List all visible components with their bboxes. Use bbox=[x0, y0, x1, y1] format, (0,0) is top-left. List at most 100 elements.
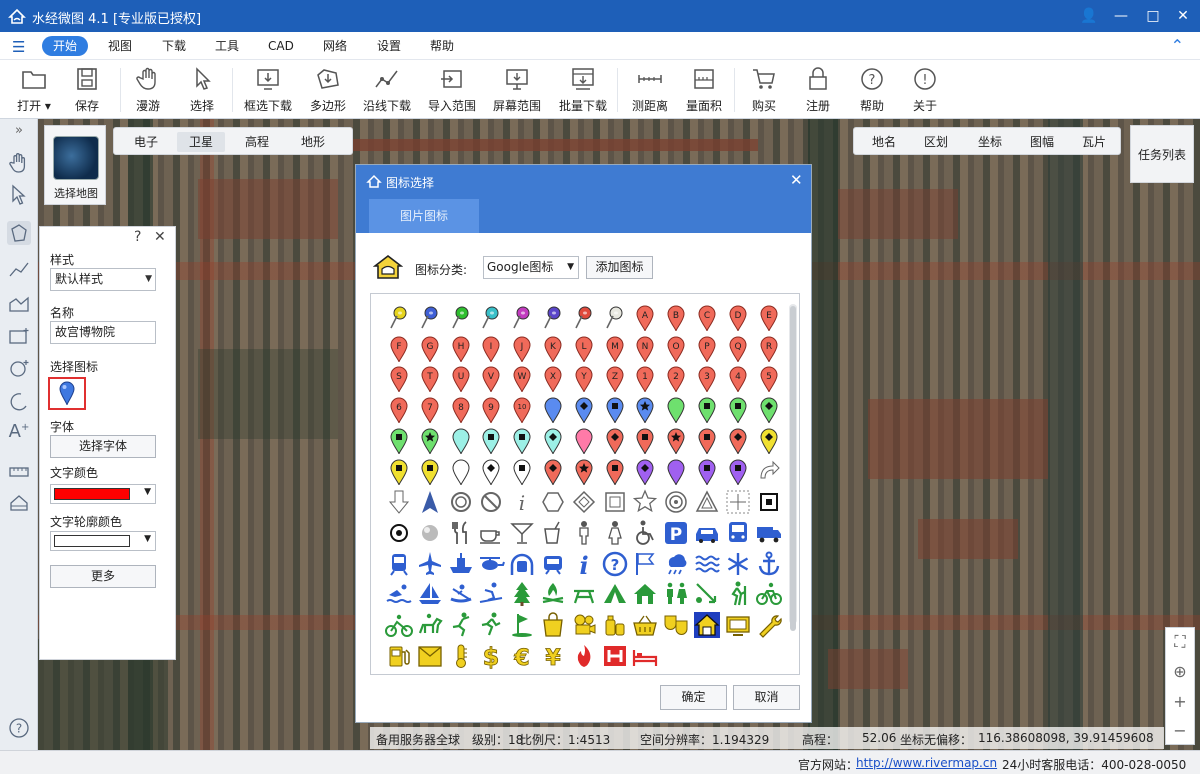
letter-marker-icon[interactable]: J bbox=[508, 335, 536, 363]
letter-marker-icon[interactable]: O bbox=[662, 335, 690, 363]
taxi-icon[interactable] bbox=[693, 519, 721, 547]
drink-icon[interactable] bbox=[539, 519, 567, 547]
restaurant-icon[interactable] bbox=[447, 519, 475, 547]
marker-tool-icon[interactable] bbox=[7, 221, 31, 245]
movie-icon[interactable] bbox=[570, 611, 598, 639]
tab-divisions[interactable]: 区划 bbox=[910, 132, 962, 152]
waves-icon[interactable] bbox=[693, 550, 721, 578]
letter-marker-icon[interactable]: I bbox=[477, 335, 505, 363]
tab-satellite[interactable]: 卫星 bbox=[177, 132, 225, 152]
cycling-icon[interactable] bbox=[755, 580, 783, 608]
batch-download-button[interactable]: 批量下载 bbox=[553, 62, 613, 117]
woman-icon[interactable] bbox=[601, 519, 629, 547]
tab-sheets[interactable]: 图幅 bbox=[1016, 132, 1068, 152]
picnic-icon[interactable] bbox=[570, 580, 598, 608]
measure-distance-button[interactable]: 测距离 bbox=[620, 62, 680, 117]
marker-icon[interactable] bbox=[570, 427, 598, 455]
fishing-icon[interactable] bbox=[693, 580, 721, 608]
subway-icon[interactable] bbox=[508, 550, 536, 578]
tab-placenames[interactable]: 地名 bbox=[858, 132, 910, 152]
dollar-icon[interactable]: $ bbox=[477, 642, 505, 670]
circle-tool-icon[interactable] bbox=[7, 356, 31, 380]
marker-icon[interactable] bbox=[755, 427, 783, 455]
letter-marker-icon[interactable]: 10 bbox=[508, 396, 536, 424]
ski-icon[interactable] bbox=[477, 580, 505, 608]
pushpin-icon[interactable] bbox=[416, 304, 444, 332]
menu-view[interactable]: 视图 bbox=[97, 36, 143, 56]
menu-cad[interactable]: CAD bbox=[257, 36, 305, 56]
truck-icon[interactable] bbox=[755, 519, 783, 547]
letter-marker-icon[interactable]: 4 bbox=[724, 365, 752, 393]
parking-icon[interactable]: P bbox=[662, 519, 690, 547]
pushpin-icon[interactable] bbox=[477, 304, 505, 332]
save-button[interactable]: 保存 bbox=[57, 62, 117, 117]
target-icon[interactable] bbox=[662, 488, 690, 516]
letter-marker-icon[interactable]: A bbox=[631, 304, 659, 332]
buy-button[interactable]: 购买 bbox=[734, 62, 794, 117]
home-green-icon[interactable] bbox=[631, 580, 659, 608]
screen-range-button[interactable]: 屏幕范围 bbox=[487, 62, 547, 117]
letter-marker-icon[interactable]: 5 bbox=[755, 365, 783, 393]
polyline-tool-icon[interactable] bbox=[7, 257, 31, 281]
tab-image-icons[interactable]: 图片图标 bbox=[369, 199, 479, 233]
marker-icon[interactable] bbox=[693, 458, 721, 486]
marker-icon[interactable] bbox=[631, 396, 659, 424]
yen-icon[interactable]: ¥ bbox=[539, 642, 567, 670]
official-site-link[interactable]: http://www.rivermap.cn bbox=[856, 756, 997, 770]
hamburger-icon[interactable]: ☰ bbox=[12, 38, 25, 56]
zoom-out-icon[interactable]: − bbox=[1166, 717, 1194, 745]
marker-icon[interactable] bbox=[570, 396, 598, 424]
tram-icon[interactable] bbox=[385, 550, 413, 578]
user-icon[interactable]: 👤 bbox=[1076, 5, 1102, 27]
marker-icon[interactable] bbox=[724, 396, 752, 424]
marker-icon[interactable] bbox=[447, 458, 475, 486]
letter-marker-icon[interactable]: 2 bbox=[662, 365, 690, 393]
letter-marker-icon[interactable]: S bbox=[385, 365, 413, 393]
crosshair-box-icon[interactable] bbox=[724, 488, 752, 516]
letter-marker-icon[interactable]: M bbox=[601, 335, 629, 363]
pushpin-icon[interactable] bbox=[447, 304, 475, 332]
menu-tools[interactable]: 工具 bbox=[204, 36, 250, 56]
arrow-down-icon[interactable] bbox=[385, 488, 413, 516]
man-icon[interactable] bbox=[570, 519, 598, 547]
info-italic-icon[interactable]: i bbox=[508, 488, 536, 516]
grocery-icon[interactable] bbox=[601, 611, 629, 639]
arc-tool-icon[interactable] bbox=[7, 389, 31, 413]
euro-icon[interactable]: € bbox=[508, 642, 536, 670]
ok-button[interactable]: 确定 bbox=[660, 685, 727, 710]
marker-icon[interactable] bbox=[539, 458, 567, 486]
marker-icon[interactable] bbox=[447, 427, 475, 455]
icon-grid-scrollbar[interactable] bbox=[789, 304, 797, 631]
tab-electronic[interactable]: 电子 bbox=[122, 132, 170, 152]
marker-icon[interactable] bbox=[662, 458, 690, 486]
area-tool-icon[interactable] bbox=[7, 291, 31, 315]
golf-icon[interactable] bbox=[508, 611, 536, 639]
horse-riding-icon[interactable] bbox=[416, 611, 444, 639]
letter-marker-icon[interactable]: V bbox=[477, 365, 505, 393]
wheelchair-icon[interactable] bbox=[631, 519, 659, 547]
marker-icon[interactable] bbox=[416, 458, 444, 486]
letter-marker-icon[interactable]: 8 bbox=[447, 396, 475, 424]
menu-help[interactable]: 帮助 bbox=[419, 36, 465, 56]
letter-marker-icon[interactable]: L bbox=[570, 335, 598, 363]
square-icon[interactable] bbox=[601, 488, 629, 516]
marker-icon[interactable] bbox=[631, 458, 659, 486]
rail-icon[interactable] bbox=[539, 550, 567, 578]
bus-icon[interactable] bbox=[724, 519, 752, 547]
helicopter-icon[interactable] bbox=[477, 550, 506, 578]
letter-marker-icon[interactable]: X bbox=[539, 365, 567, 393]
letter-marker-icon[interactable]: W bbox=[508, 365, 536, 393]
pan-button[interactable]: 漫游 bbox=[118, 62, 178, 117]
campfire-icon[interactable] bbox=[539, 580, 567, 608]
theater-icon[interactable] bbox=[662, 611, 690, 639]
rectangle-tool-icon[interactable] bbox=[7, 324, 31, 348]
pushpin-icon[interactable] bbox=[539, 304, 567, 332]
marker-icon[interactable] bbox=[693, 427, 721, 455]
triangle-icon[interactable] bbox=[693, 488, 721, 516]
question-blue-icon[interactable]: ? bbox=[601, 550, 629, 578]
pushpin-icon[interactable] bbox=[601, 304, 629, 332]
letter-marker-icon[interactable]: 6 bbox=[385, 396, 413, 424]
toilets-icon[interactable] bbox=[662, 580, 690, 608]
tab-elevation[interactable]: 高程 bbox=[233, 132, 281, 152]
collapse-ribbon-icon[interactable]: ⌃ bbox=[1171, 36, 1184, 55]
